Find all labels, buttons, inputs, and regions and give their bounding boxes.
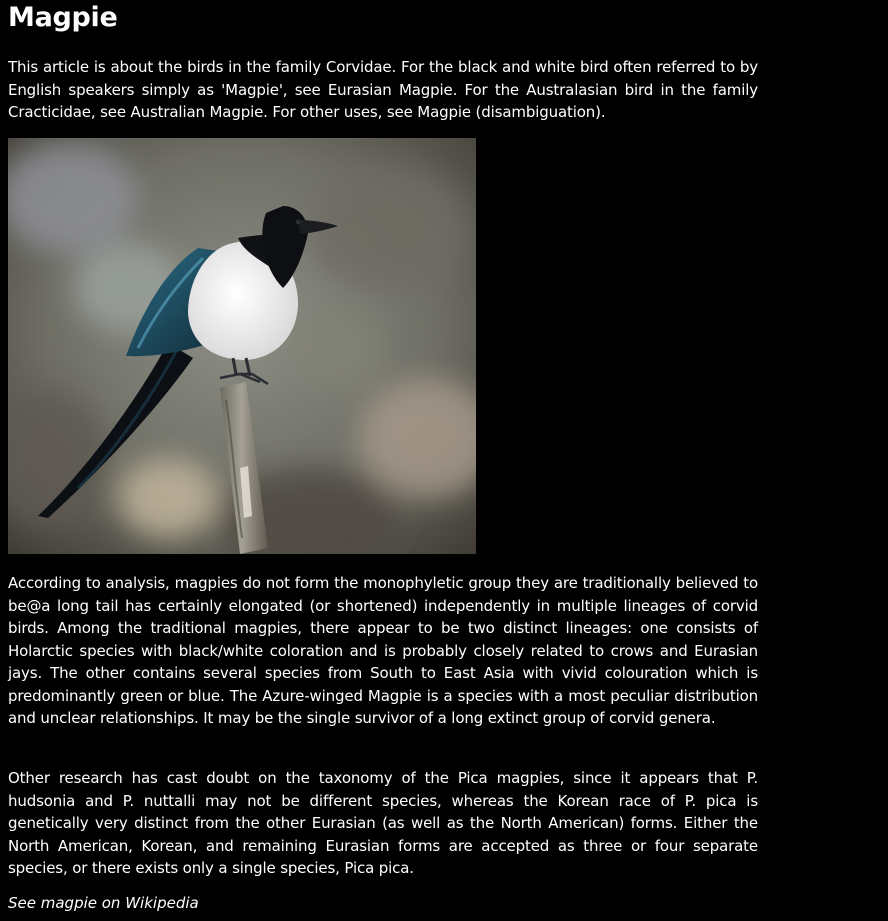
body-paragraph-2: Other research has cast doubt on the tax… xyxy=(8,769,758,877)
hatnote: This article is about the birds in the f… xyxy=(8,58,758,121)
article: Magpie This article is about the birds i… xyxy=(0,0,888,921)
magpie-photo xyxy=(8,138,476,554)
wikipedia-link[interactable]: See magpie on Wikipedia xyxy=(8,892,199,914)
body-paragraph-1: According to analysis, magpies do not fo… xyxy=(8,574,758,727)
page-title: Magpie xyxy=(8,2,118,33)
